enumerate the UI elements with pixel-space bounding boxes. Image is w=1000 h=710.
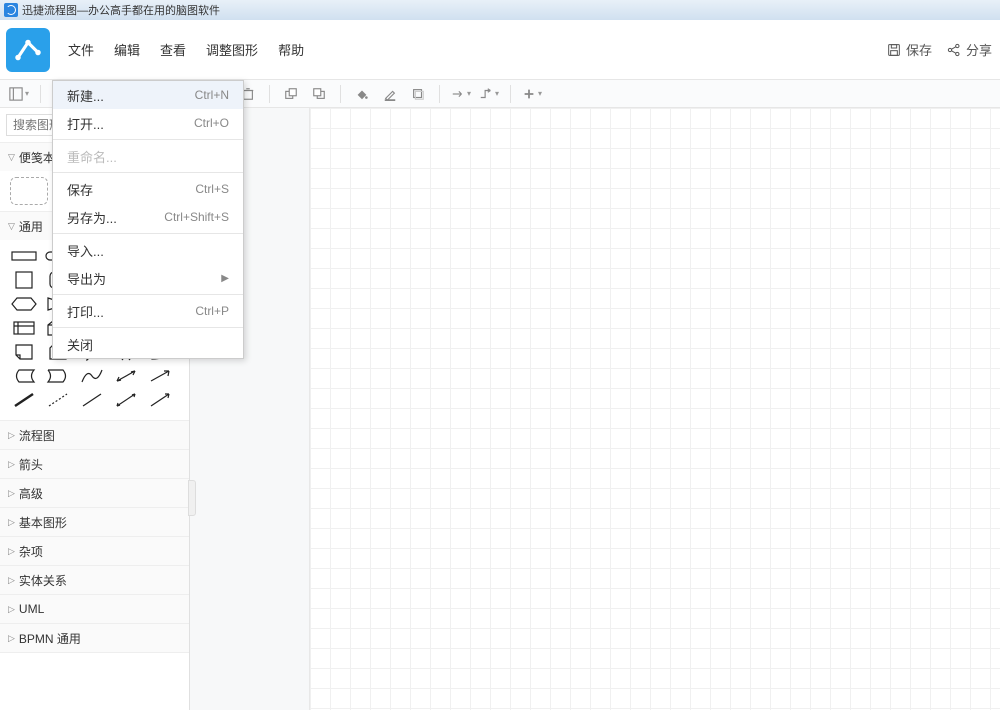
section-er: ▷实体关系 <box>0 566 189 595</box>
header-actions: 保存 分享 <box>886 40 992 59</box>
share-label: 分享 <box>966 40 992 59</box>
section-flowchart-header[interactable]: ▷流程图 <box>0 421 189 449</box>
canvas-grid[interactable] <box>310 108 1000 710</box>
app-logo <box>6 28 50 72</box>
menu-item-open[interactable]: 打开...Ctrl+O <box>53 109 243 137</box>
section-bpmn-header[interactable]: ▷BPMN 通用 <box>0 624 189 652</box>
save-label: 保存 <box>906 40 932 59</box>
shape-line-bidir[interactable] <box>112 390 140 410</box>
shape-note[interactable] <box>10 342 38 362</box>
share-button[interactable]: 分享 <box>946 40 992 59</box>
menu-item-rename: 重命名... <box>53 142 243 170</box>
shape-line-thick[interactable] <box>10 390 38 410</box>
shape-data-left[interactable] <box>10 366 38 386</box>
section-er-header[interactable]: ▷实体关系 <box>0 566 189 594</box>
app-icon <box>4 3 18 17</box>
menu-shape[interactable]: 调整图形 <box>198 36 266 63</box>
toolbar-divider <box>269 85 270 103</box>
insert-button[interactable] <box>521 83 543 105</box>
menu-separator <box>53 294 243 295</box>
save-button[interactable]: 保存 <box>886 40 932 59</box>
menu-separator <box>53 172 243 173</box>
shape-arrow[interactable] <box>146 366 174 386</box>
shape-line-dashed[interactable] <box>44 390 72 410</box>
section-arrow-header[interactable]: ▷箭头 <box>0 450 189 478</box>
shape-hexagon[interactable] <box>10 294 38 314</box>
section-bpmn: ▷BPMN 通用 <box>0 624 189 653</box>
section-uml: ▷UML <box>0 595 189 624</box>
app-header: 文件 编辑 查看 调整图形 帮助 保存 分享 <box>0 20 1000 80</box>
menu-edit[interactable]: 编辑 <box>106 36 148 63</box>
shape-line-arrow[interactable] <box>146 390 174 410</box>
menu-view[interactable]: 查看 <box>152 36 194 63</box>
to-front-button[interactable] <box>280 83 302 105</box>
section-uml-header[interactable]: ▷UML <box>0 595 189 623</box>
menubar: 文件 编辑 查看 调整图形 帮助 <box>60 36 886 63</box>
sticky-note-shape[interactable] <box>10 177 48 205</box>
shadow-button[interactable] <box>407 83 429 105</box>
window-title: 迅捷流程图—办公高手都在用的脑图软件 <box>22 2 220 18</box>
sidebar-collapse-handle[interactable] <box>188 480 196 516</box>
section-misc: ▷杂项 <box>0 537 189 566</box>
menu-item-import[interactable]: 导入... <box>53 236 243 264</box>
menu-file[interactable]: 文件 <box>60 36 102 63</box>
menu-help[interactable]: 帮助 <box>270 36 312 63</box>
menu-separator <box>53 327 243 328</box>
shape-rect-narrow[interactable] <box>10 246 38 266</box>
view-mode-button[interactable] <box>8 83 30 105</box>
menu-item-save[interactable]: 保存Ctrl+S <box>53 175 243 203</box>
to-back-button[interactable] <box>308 83 330 105</box>
shape-square[interactable] <box>10 270 38 290</box>
menu-item-new[interactable]: 新建...Ctrl+N <box>53 81 243 109</box>
menu-item-saveas[interactable]: 另存为...Ctrl+Shift+S <box>53 203 243 231</box>
section-advanced: ▷高级 <box>0 479 189 508</box>
file-menu-dropdown: 新建...Ctrl+N 打开...Ctrl+O 重命名... 保存Ctrl+S … <box>52 80 244 359</box>
fill-color-button[interactable] <box>351 83 373 105</box>
waypoint-button[interactable] <box>478 83 500 105</box>
section-basic: ▷基本图形 <box>0 508 189 537</box>
menu-item-export[interactable]: 导出为▶ <box>53 264 243 292</box>
shape-internal-storage[interactable] <box>10 318 38 338</box>
section-misc-header[interactable]: ▷杂项 <box>0 537 189 565</box>
shape-bidir-arrow[interactable] <box>112 366 140 386</box>
connector-button[interactable] <box>450 83 472 105</box>
shape-data-right[interactable] <box>44 366 72 386</box>
toolbar-divider <box>340 85 341 103</box>
menu-separator <box>53 233 243 234</box>
toolbar-divider <box>510 85 511 103</box>
line-color-button[interactable] <box>379 83 401 105</box>
menu-item-close[interactable]: 关闭 <box>53 330 243 358</box>
toolbar-divider <box>439 85 440 103</box>
toolbar-divider <box>40 85 41 103</box>
canvas-area[interactable] <box>190 108 1000 710</box>
menu-separator <box>53 139 243 140</box>
section-advanced-header[interactable]: ▷高级 <box>0 479 189 507</box>
section-basic-header[interactable]: ▷基本图形 <box>0 508 189 536</box>
shape-curve[interactable] <box>78 366 106 386</box>
menu-item-print[interactable]: 打印...Ctrl+P <box>53 297 243 325</box>
window-titlebar: 迅捷流程图—办公高手都在用的脑图软件 <box>0 0 1000 20</box>
section-flowchart: ▷流程图 <box>0 421 189 450</box>
section-arrow: ▷箭头 <box>0 450 189 479</box>
shape-line[interactable] <box>78 390 106 410</box>
